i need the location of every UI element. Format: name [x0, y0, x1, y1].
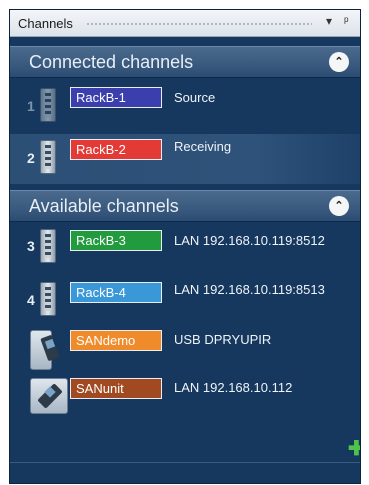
channel-address: USB DPRYUPIR [174, 332, 272, 347]
available-channel-row[interactable]: SANunit LAN 192.168.10.112 [10, 374, 360, 422]
connected-channels-title: Connected channels [29, 52, 194, 72]
channel-number: 4 [27, 292, 35, 308]
channel-address: LAN 192.168.10.119:8512 [174, 233, 325, 248]
panel-title: Channels [18, 16, 73, 31]
collapse-icon[interactable]: ⌃ [329, 52, 349, 72]
available-channel-row[interactable]: 3 RackB-3 LAN 192.168.10.119:8512 [10, 226, 360, 274]
collapse-icon[interactable]: ⌃ [329, 196, 349, 216]
available-channel-row[interactable]: 4 RackB-4 LAN 192.168.10.119:8513 [10, 278, 360, 326]
connected-channel-row[interactable]: 1 RackB-1 Source [10, 82, 360, 130]
channel-status: Receiving [174, 139, 232, 154]
rack-icon [40, 88, 56, 122]
channel-address: LAN 192.168.10.119:8513 [174, 282, 325, 297]
add-channel-icon[interactable]: ✚ [348, 439, 360, 459]
pin-icon[interactable]: ᵖ [344, 14, 349, 28]
dropdown-icon[interactable]: ▾ [326, 14, 332, 28]
connected-channels-header[interactable]: Connected channels ⌃ [10, 46, 360, 78]
channel-name-badge[interactable]: RackB-2 [70, 139, 162, 160]
channel-name-badge[interactable]: RackB-1 [70, 87, 162, 108]
channel-number: 1 [27, 98, 35, 114]
channel-number: 3 [27, 238, 35, 254]
network-device-icon [30, 378, 68, 414]
channel-name-badge[interactable]: SANunit [70, 378, 162, 399]
panel-footer-divider [10, 462, 360, 463]
channel-name-badge[interactable]: SANdemo [70, 330, 162, 351]
channel-status: Source [174, 90, 216, 105]
available-channels-title: Available channels [29, 196, 179, 216]
drag-grip[interactable] [86, 22, 312, 26]
channels-panel: Channels ▾ ᵖ Connected channels ⌃ 1 Rack… [9, 9, 361, 484]
channel-name-badge[interactable]: RackB-4 [70, 282, 162, 303]
available-channels-header[interactable]: Available channels ⌃ [10, 190, 360, 222]
channel-name-badge[interactable]: RackB-3 [70, 230, 162, 251]
usb-device-icon [30, 330, 52, 370]
panel-titlebar[interactable]: Channels ▾ ᵖ [10, 10, 360, 37]
rack-icon [40, 229, 56, 263]
rack-icon [40, 282, 56, 316]
available-channel-row[interactable]: SANdemo USB DPRYUPIR [10, 326, 360, 374]
connected-channel-row[interactable]: 2 RackB-2 Receiving [10, 134, 360, 184]
channel-address: LAN 192.168.10.112 [174, 380, 293, 395]
rack-icon [40, 140, 56, 174]
channel-number: 2 [27, 150, 35, 166]
